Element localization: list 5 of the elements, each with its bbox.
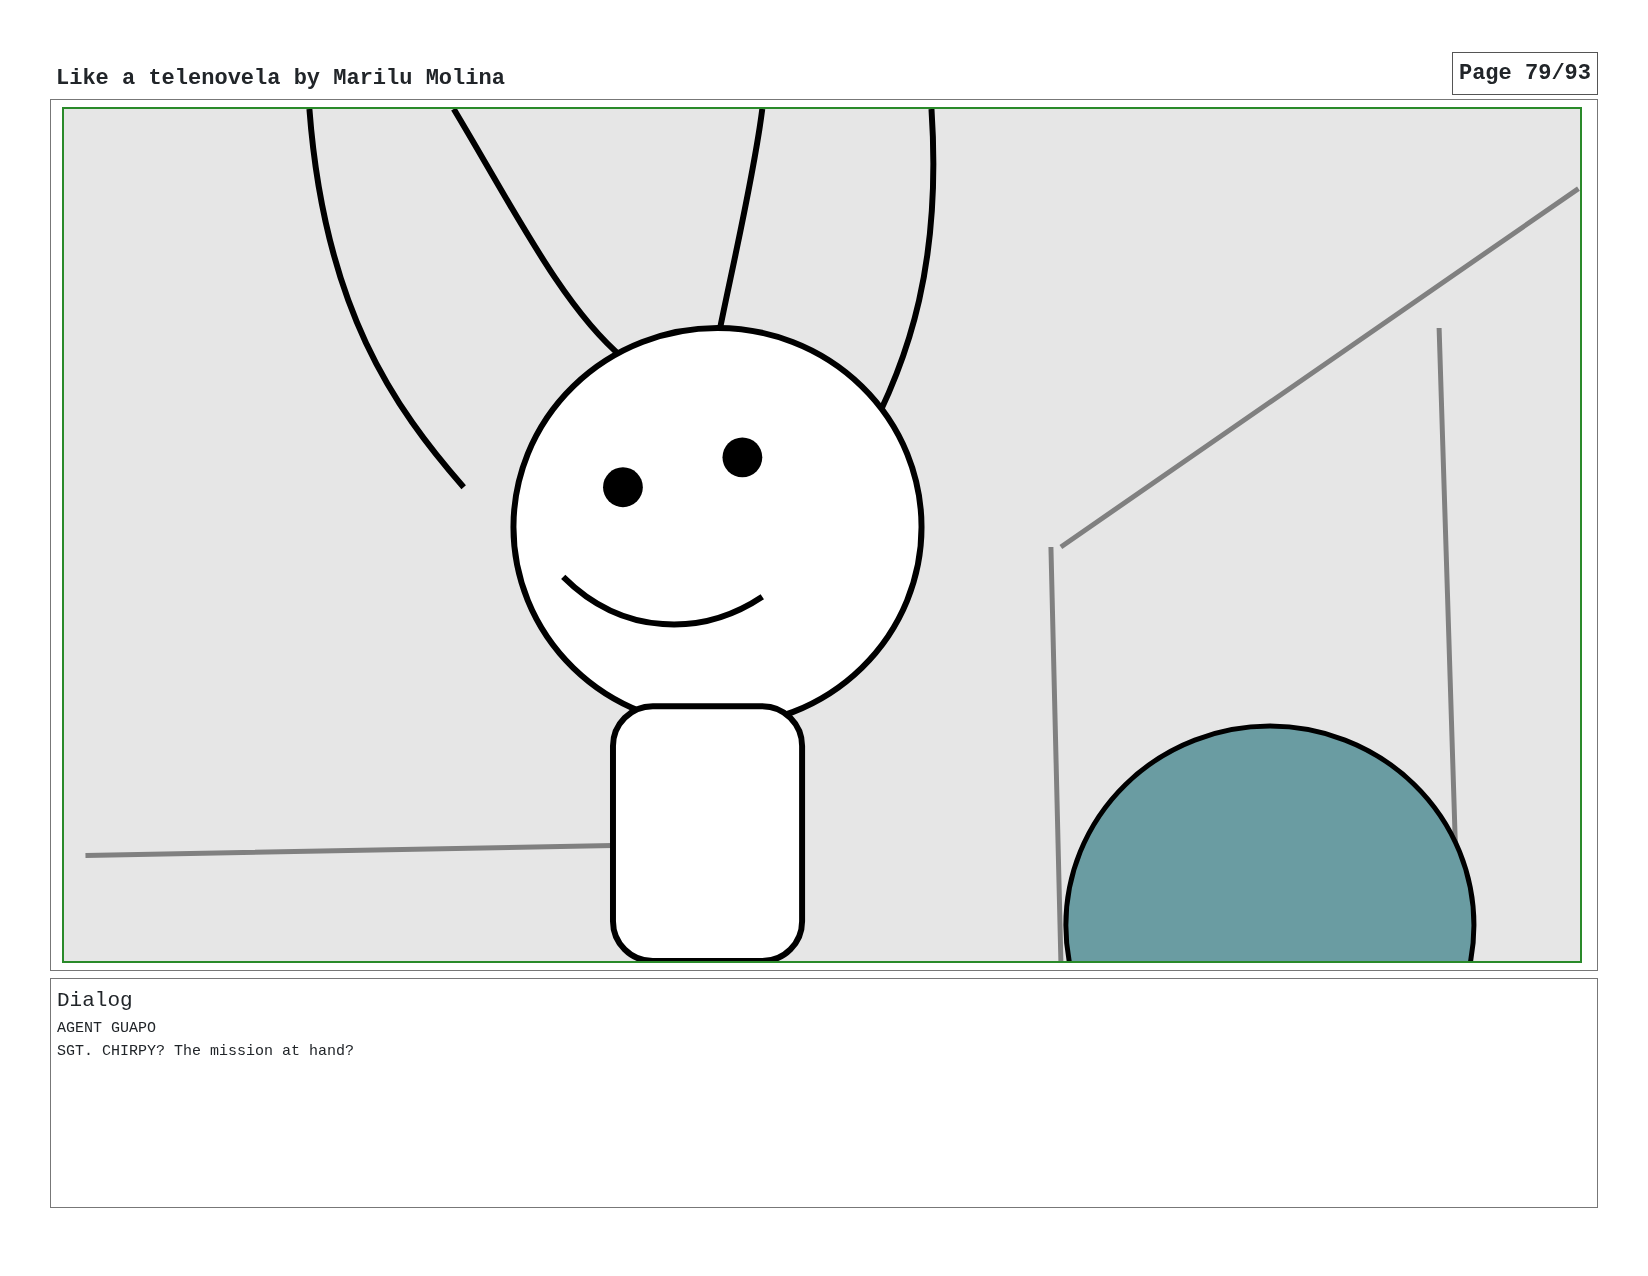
dialog-line: AGENT GUAPO	[57, 1018, 158, 1039]
page-number: Page 79/93	[1451, 52, 1598, 95]
dialog-line: SGT. CHIRPY? The mission at hand?	[57, 1041, 356, 1062]
dialog-heading: Dialog	[57, 988, 134, 1014]
storyboard-title: Like a telenovela by Marilu Molina	[55, 65, 505, 93]
